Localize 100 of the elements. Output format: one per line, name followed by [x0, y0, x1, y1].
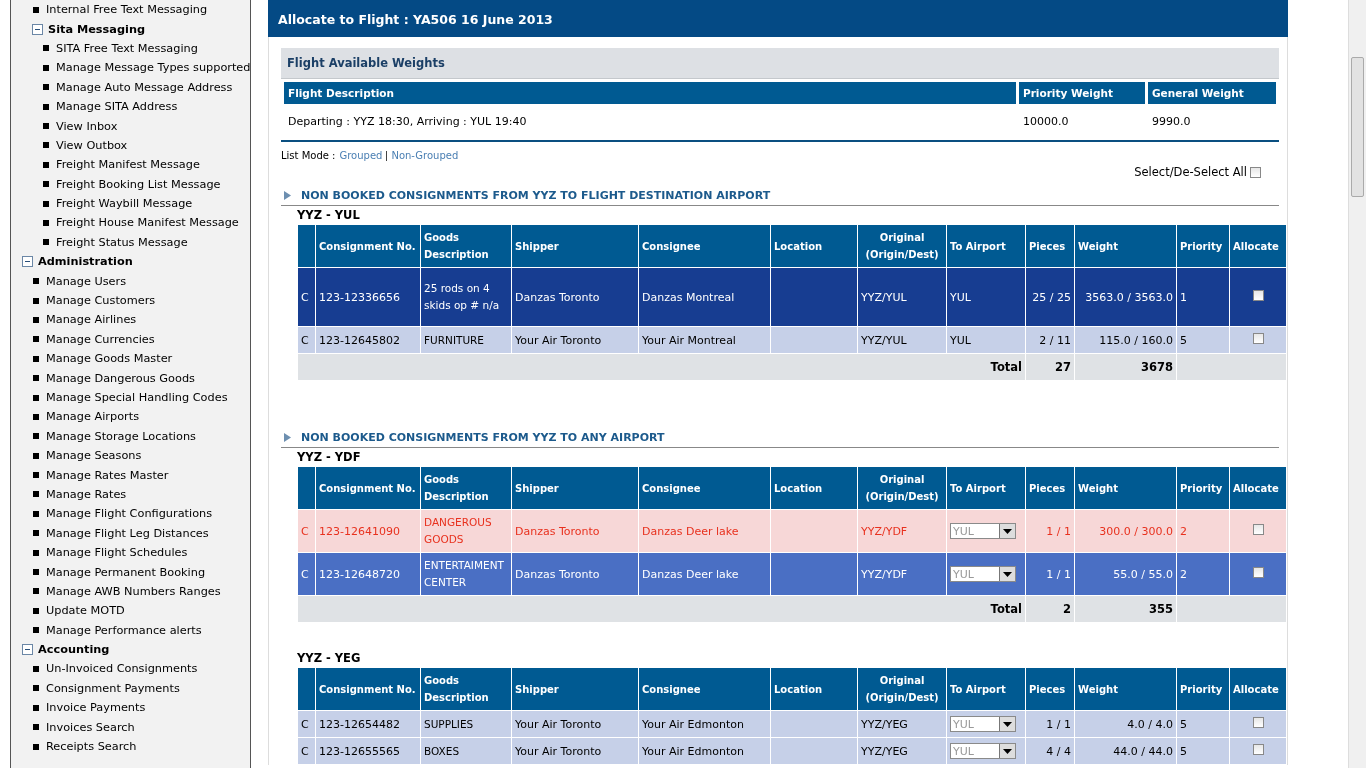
menu-item[interactable]: Invoices Search	[11, 717, 250, 737]
select-all-label: Select/De-Select All	[1134, 165, 1247, 179]
menu-item[interactable]: Manage Airlines	[11, 310, 250, 330]
allocate-checkbox[interactable]	[1252, 716, 1264, 728]
menu-group[interactable]: Sita Messaging	[11, 19, 250, 39]
column-header: General Weight	[1148, 82, 1276, 104]
table-cell: ENTERTAIMENT CENTER	[420, 552, 512, 596]
menu-item[interactable]: Internal Free Text Messaging	[11, 0, 250, 20]
caret-icon	[1003, 748, 1012, 754]
route-label: YYZ - YUL	[297, 207, 361, 221]
caret-icon	[1003, 571, 1012, 577]
section-title: Flight Available Weights	[281, 48, 1279, 79]
menu-item[interactable]: Manage Flight Configurations	[11, 504, 250, 524]
menu-item[interactable]: View Inbox	[11, 116, 250, 136]
allocate-checkbox[interactable]	[1252, 743, 1264, 755]
table-cell: 1 / 1	[1025, 552, 1075, 596]
table-cell: 123-12648720	[315, 552, 421, 596]
table-cell: C	[297, 509, 316, 553]
menu-item[interactable]: Manage SITA Address	[11, 96, 250, 117]
menu-item[interactable]: Un-Invoiced Consignments	[11, 659, 250, 679]
table-cell: YYZ/YDF	[857, 552, 947, 596]
column-header: Original (Origin/Dest)	[857, 224, 947, 268]
table-cell: YYZ/YUL	[857, 267, 947, 327]
scrollbar-thumb[interactable]	[1351, 57, 1364, 197]
column-header: Consignee	[638, 667, 771, 711]
collapse-icon	[22, 256, 33, 268]
table-cell: 3563.0 / 3563.0	[1074, 267, 1177, 327]
menu-item[interactable]: Invoice Payments	[11, 698, 250, 718]
allocate-checkbox[interactable]	[1252, 523, 1264, 535]
menu-item[interactable]: Receipts Search	[11, 736, 250, 757]
menu-item[interactable]: Manage Message Types supported	[11, 58, 250, 78]
menu-item[interactable]: Update MOTD	[11, 601, 250, 621]
menu-item[interactable]: Manage Flight Leg Distances	[11, 523, 250, 543]
table-cell: C	[297, 737, 316, 765]
column-header: Original (Origin/Dest)	[857, 667, 947, 711]
table-cell: Danzas Toronto	[511, 509, 639, 553]
menu-item[interactable]: Manage Currencies	[11, 329, 250, 350]
caret-icon	[1003, 721, 1012, 727]
column-header: To Airport	[946, 224, 1026, 268]
table-cell: 300.0 / 300.0	[1074, 509, 1177, 553]
table-cell: BOXES	[420, 737, 512, 765]
menu-item[interactable]: Manage Airports	[11, 407, 250, 427]
table-cell: YYZ/YEG	[857, 737, 947, 765]
column-header: Priority	[1176, 224, 1230, 268]
menu-item[interactable]: Manage Flight Schedules	[11, 542, 250, 563]
menu-item[interactable]: Manage Storage Locations	[11, 426, 250, 446]
column-header: Allocate	[1229, 667, 1287, 711]
list-mode-link[interactable]: Grouped	[339, 150, 383, 161]
total-weight: 355	[1074, 595, 1177, 623]
column-header: Weight	[1074, 667, 1177, 711]
scrollbar[interactable]	[1348, 0, 1366, 768]
menu-group[interactable]: Administration	[11, 252, 250, 272]
column-header: Pieces	[1025, 466, 1075, 510]
table-cell: Your Air Edmonton	[638, 737, 771, 765]
menu-item[interactable]: Manage Dangerous Goods	[11, 368, 250, 388]
table-cell: Danzas Deer lake	[638, 552, 771, 596]
menu-item[interactable]: View Outbox	[11, 135, 250, 156]
menu-item[interactable]: Manage Auto Message Address	[11, 77, 250, 97]
column-header: Location	[770, 466, 858, 510]
list-mode-link[interactable]: Non-Grouped	[391, 150, 459, 161]
menu-item[interactable]: Consignment Payments	[11, 678, 250, 699]
collapse-icon	[32, 23, 43, 35]
menu-item[interactable]: Freight Waybill Message	[11, 193, 250, 214]
allocate-checkbox[interactable]	[1252, 332, 1264, 344]
allocate-checkbox[interactable]	[1252, 566, 1264, 578]
column-header: Flight Description	[284, 82, 1016, 104]
select-all-checkbox[interactable]	[1250, 166, 1261, 178]
menu-item[interactable]: Freight Status Message	[11, 232, 250, 253]
menu-item[interactable]: Manage AWB Numbers Ranges	[11, 581, 250, 602]
menu-item[interactable]: Manage Performance alerts	[11, 620, 250, 640]
column-header: Consignment No.	[315, 224, 421, 268]
caret-icon	[1003, 528, 1012, 534]
column-header: Shipper	[511, 667, 639, 711]
column-header: Pieces	[1025, 667, 1075, 711]
menu-item[interactable]: Freight Manifest Message	[11, 155, 250, 175]
menu-group[interactable]: Accounting	[11, 639, 250, 660]
menu-item[interactable]: Manage Rates	[11, 484, 250, 505]
menu-item[interactable]: Manage Customers	[11, 290, 250, 311]
menu-item[interactable]: Manage Rates Master	[11, 465, 250, 485]
table-cell: 2	[1176, 552, 1230, 596]
table-cell-text: Departing : YYZ 18:30, Arriving : YUL 19:40	[287, 113, 528, 130]
menu-item[interactable]: Manage Users	[11, 271, 250, 291]
menu-item[interactable]: Freight Booking List Message	[11, 174, 250, 194]
table-cell: C	[297, 710, 316, 738]
menu-item[interactable]: Manage Seasons	[11, 446, 250, 466]
menu-item[interactable]: Manage Permanent Booking	[11, 562, 250, 582]
allocate-checkbox[interactable]	[1252, 289, 1264, 301]
table-cell: 1	[1176, 267, 1230, 327]
menu-item[interactable]: Manage Goods Master	[11, 349, 250, 369]
total-label: Total	[297, 595, 1026, 623]
column-header: Weight	[1074, 224, 1177, 268]
column-header: Goods Description	[420, 224, 512, 268]
column-header: Consignee	[638, 224, 771, 268]
table-cell: 115.0 / 160.0	[1074, 326, 1177, 354]
total-weight: 3678	[1074, 353, 1177, 381]
menu-item[interactable]: SITA Free Text Messaging	[11, 38, 250, 59]
menu-item[interactable]: Freight House Manifest Message	[11, 213, 250, 233]
collapse-icon	[22, 644, 33, 656]
menu-item[interactable]: Manage Special Handling Codes	[11, 387, 250, 408]
table-cell: Your Air Toronto	[511, 737, 639, 765]
